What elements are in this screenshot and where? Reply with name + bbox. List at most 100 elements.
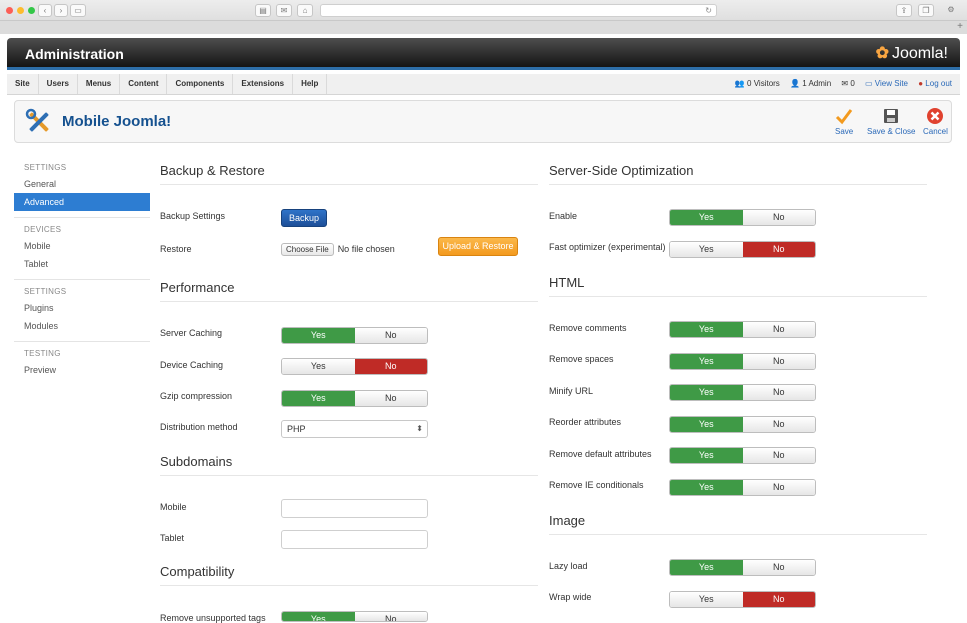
no-option[interactable]: No [354, 328, 427, 343]
sidebar-item-tablet[interactable]: Tablet [14, 255, 150, 273]
enable-toggle[interactable]: Yes No [669, 209, 816, 226]
yes-option[interactable]: Yes [670, 448, 743, 463]
tablet-subdomain-label: Tablet [160, 533, 185, 543]
messages-count[interactable]: ✉ 0 [841, 79, 854, 88]
yes-option[interactable]: Yes [670, 210, 743, 225]
no-option[interactable]: No [354, 612, 427, 621]
menu-item-menus[interactable]: Menus [78, 74, 121, 94]
yes-option[interactable]: Yes [282, 391, 355, 406]
no-option[interactable]: No [354, 391, 427, 406]
lazy-load-toggle[interactable]: Yes No [669, 559, 816, 576]
no-option[interactable]: No [742, 242, 815, 257]
mobile-subdomain-input[interactable] [281, 499, 428, 518]
visitors-count: 👥 0 Visitors [734, 79, 780, 88]
fast-optimizer-toggle[interactable]: Yes No [669, 241, 816, 258]
backup-button[interactable]: Backup [281, 209, 327, 227]
no-option[interactable]: No [742, 560, 815, 575]
admin-title: Administration [25, 46, 124, 62]
upload-restore-button[interactable]: Upload & Restore [438, 237, 518, 256]
admin-header: Administration ✿ Joomla! [7, 38, 960, 70]
yes-option[interactable]: Yes [670, 417, 743, 432]
home-button[interactable]: ⌂ [297, 4, 313, 17]
menu-item-content[interactable]: Content [120, 74, 168, 94]
sidebar-item-plugins[interactable]: Plugins [14, 299, 150, 317]
sidebar-item-preview[interactable]: Preview [14, 361, 150, 379]
sidebar-item-modules[interactable]: Modules [14, 317, 150, 335]
settings-icon[interactable]: ⚙ [943, 4, 959, 17]
remove-tags-toggle[interactable]: Yes No [281, 611, 428, 622]
browser-chrome: ‹ › ▭ ▤ ✉ ⌂ ↻ ⇪ ❐ ⚙ + [0, 0, 967, 34]
no-option[interactable]: No [742, 322, 815, 337]
no-option[interactable]: No [742, 385, 815, 400]
save-close-label: Save & Close [867, 127, 916, 136]
yes-option[interactable]: Yes [670, 242, 743, 257]
remove-ie-conditionals-toggle[interactable]: Yes No [669, 479, 816, 496]
tabs-button[interactable]: ❐ [918, 4, 934, 17]
cancel-button[interactable]: Cancel [923, 107, 948, 136]
yes-option[interactable]: Yes [670, 385, 743, 400]
wrap-wide-toggle[interactable]: Yes No [669, 591, 816, 608]
yes-option[interactable]: Yes [670, 592, 743, 607]
choose-file-button[interactable]: Choose File [281, 243, 334, 256]
backup-restore-heading: Backup & Restore [160, 163, 538, 185]
logout-link[interactable]: ● Log out [918, 79, 952, 88]
mail-button[interactable]: ✉ [276, 4, 292, 17]
save-close-button[interactable]: Save & Close [867, 107, 915, 136]
sidebar-toggle-button[interactable]: ▭ [70, 4, 86, 17]
minimize-window-icon[interactable] [17, 7, 24, 14]
zoom-window-icon[interactable] [28, 7, 35, 14]
reload-icon[interactable]: ↻ [705, 5, 712, 17]
sidebar-item-mobile[interactable]: Mobile [14, 237, 150, 255]
device-caching-toggle[interactable]: Yes No [281, 358, 428, 375]
restore-file-input[interactable]: Choose File No file chosen [281, 243, 395, 256]
cancel-icon [927, 108, 944, 124]
minify-url-toggle[interactable]: Yes No [669, 384, 816, 401]
sidebar-item-advanced[interactable]: Advanced [14, 193, 150, 211]
menu-item-components[interactable]: Components [167, 74, 234, 94]
no-option[interactable]: No [742, 354, 815, 369]
tablet-subdomain-input[interactable] [281, 530, 428, 549]
save-button[interactable]: Save [835, 107, 853, 136]
server-caching-toggle[interactable]: Yes No [281, 327, 428, 344]
close-window-icon[interactable] [6, 7, 13, 14]
sidebar: SETTINGS General Advanced DEVICES Mobile Tabl… [14, 156, 150, 379]
menu-item-help[interactable]: Help [293, 74, 328, 94]
performance-heading: Performance [160, 280, 538, 302]
no-option[interactable]: No [742, 592, 815, 607]
joomla-logo[interactable]: ✿ Joomla! [876, 43, 948, 63]
tab-strip: + [0, 20, 967, 34]
remove-comments-toggle[interactable]: Yes No [669, 321, 816, 338]
back-button[interactable]: ‹ [38, 4, 52, 17]
device-caching-label: Device Caching [160, 360, 224, 370]
reorder-attributes-toggle[interactable]: Yes No [669, 416, 816, 433]
view-site-link[interactable]: ▭ View Site [865, 79, 908, 88]
sidebar-item-general[interactable]: General [14, 175, 150, 193]
remove-default-attributes-toggle[interactable]: Yes No [669, 447, 816, 464]
yes-option[interactable]: Yes [670, 560, 743, 575]
no-option[interactable]: No [742, 210, 815, 225]
no-option[interactable]: No [742, 448, 815, 463]
address-bar[interactable]: ↻ [320, 4, 717, 17]
menu-item-users[interactable]: Users [39, 74, 78, 94]
no-option[interactable]: No [742, 480, 815, 495]
distribution-value: PHP [287, 424, 306, 434]
floppy-icon [884, 109, 899, 123]
no-option[interactable]: No [354, 359, 427, 374]
forward-button[interactable]: › [54, 4, 68, 17]
share-button[interactable]: ⇪ [896, 4, 912, 17]
yes-option[interactable]: Yes [282, 612, 355, 621]
backup-settings-label: Backup Settings [160, 211, 226, 221]
yes-option[interactable]: Yes [282, 359, 355, 374]
print-button[interactable]: ▤ [255, 4, 271, 17]
menu-item-site[interactable]: Site [7, 74, 39, 94]
yes-option[interactable]: Yes [670, 322, 743, 337]
yes-option[interactable]: Yes [282, 328, 355, 343]
yes-option[interactable]: Yes [670, 480, 743, 495]
menu-item-extensions[interactable]: Extensions [233, 74, 294, 94]
no-option[interactable]: No [742, 417, 815, 432]
yes-option[interactable]: Yes [670, 354, 743, 369]
remove-spaces-toggle[interactable]: Yes No [669, 353, 816, 370]
gzip-toggle[interactable]: Yes No [281, 390, 428, 407]
distribution-select[interactable]: PHP ⬍ [281, 420, 428, 438]
new-tab-icon[interactable]: + [957, 21, 963, 33]
